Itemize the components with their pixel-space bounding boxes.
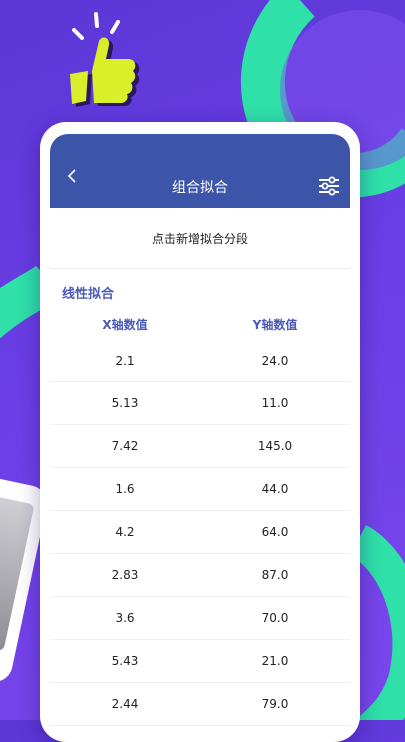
- y-value: 44.0: [261, 482, 289, 496]
- x-value: 5.13: [111, 396, 139, 410]
- x-value: 5.43: [111, 654, 139, 668]
- x-value: 2.83: [111, 568, 139, 582]
- y-value: 79.0: [261, 697, 289, 711]
- content-area: 点击新增拟合分段 线性拟合 X轴数值 Y轴数值 2.1 24.0 5.13 11…: [50, 208, 350, 726]
- section-title: 线性拟合: [62, 287, 115, 302]
- x-value: 2.44: [111, 697, 139, 711]
- page-title: 组合拟合: [172, 180, 228, 196]
- table-row[interactable]: 3.6 70.0: [50, 597, 350, 640]
- y-value: 24.0: [261, 354, 289, 368]
- sliders-icon: [319, 176, 339, 196]
- column-header-x: X轴数值: [102, 317, 148, 332]
- thumbs-up-icon: [70, 12, 140, 107]
- x-value: 7.42: [111, 439, 139, 453]
- data-table: 2.1 24.0 5.13 11.0 7.42 145.0 1.6 44.0 4…: [50, 341, 350, 726]
- table-row[interactable]: 1.6 44.0: [50, 468, 350, 511]
- add-segment-button[interactable]: 点击新增拟合分段: [50, 208, 350, 269]
- x-value: 1.6: [115, 482, 135, 496]
- y-value: 145.0: [257, 439, 293, 453]
- y-value: 64.0: [261, 525, 289, 539]
- table-row[interactable]: 7.42 145.0: [50, 425, 350, 468]
- table-row[interactable]: 5.13 11.0: [50, 382, 350, 425]
- table-header: X轴数值 Y轴数值: [50, 307, 350, 341]
- table-row[interactable]: 5.43 21.0: [50, 640, 350, 683]
- column-header-y: Y轴数值: [252, 317, 298, 332]
- table-row[interactable]: 4.2 64.0: [50, 511, 350, 554]
- settings-button[interactable]: [318, 176, 344, 200]
- y-value: 11.0: [261, 396, 289, 410]
- x-value: 2.1: [115, 354, 135, 368]
- teal-ribbon-bottom: [348, 525, 405, 720]
- y-value: 21.0: [261, 654, 289, 668]
- phone-mockup: 组合拟合 点击新增拟合分段 线性拟合 X轴数值 Y轴数值 2.1 24.0 5.…: [40, 122, 360, 742]
- app-header: 组合拟合: [50, 134, 350, 208]
- y-value: 87.0: [261, 568, 289, 582]
- x-value: 4.2: [115, 525, 135, 539]
- table-row[interactable]: 2.83 87.0: [50, 554, 350, 597]
- y-value: 70.0: [261, 611, 289, 625]
- x-value: 3.6: [115, 611, 135, 625]
- table-row[interactable]: 2.1 24.0: [50, 341, 350, 382]
